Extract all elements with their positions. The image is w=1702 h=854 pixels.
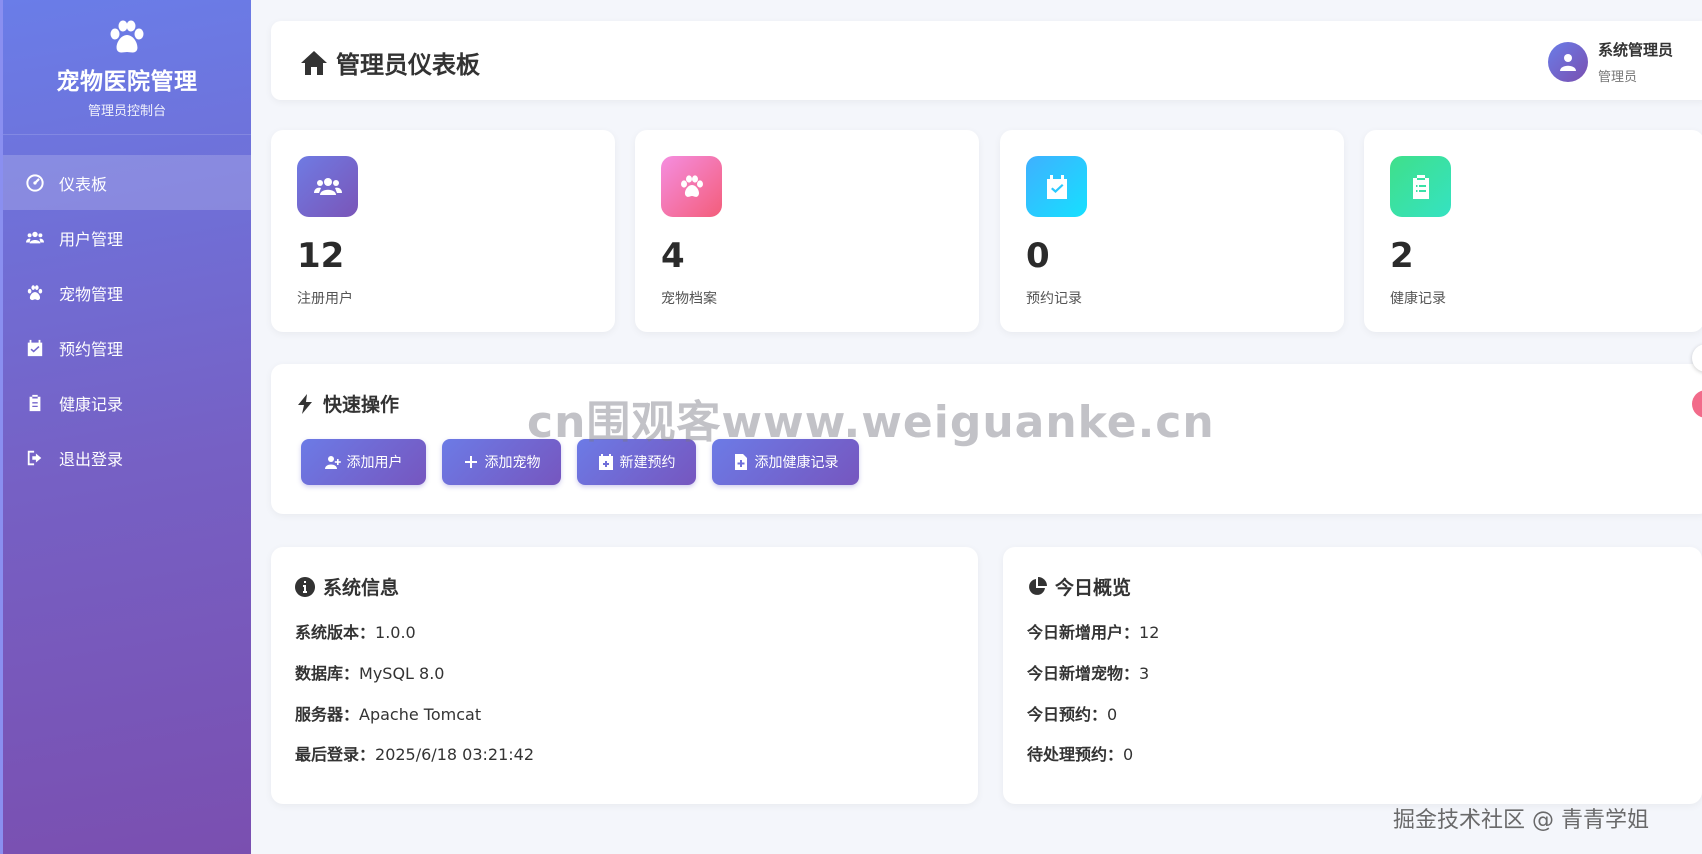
info-row-server: 服务器：Apache Tomcat [295, 701, 481, 725]
sidebar-item-logout[interactable]: 退出登录 [3, 430, 251, 485]
users-icon [297, 156, 358, 217]
paw-logo-icon [110, 20, 144, 53]
add-health-record-button[interactable]: 添加健康记录 [712, 439, 859, 485]
info-key: 服务器： [295, 705, 360, 724]
stat-value: 4 [661, 236, 685, 276]
overview-key: 今日新增用户： [1027, 623, 1140, 642]
overview-value: 12 [1139, 623, 1160, 642]
stat-value: 0 [1026, 236, 1050, 276]
overview-key: 今日预约： [1027, 705, 1108, 724]
dashboard-icon [25, 173, 45, 193]
sidebar-item-label: 用户管理 [59, 229, 124, 249]
info-key: 最后登录： [295, 745, 376, 764]
system-info-panel: 系统信息 系统版本：1.0.0 数据库：MySQL 8.0 服务器：Apache… [271, 547, 978, 804]
clipboard-icon [1390, 156, 1451, 217]
today-overview-panel: 今日概览 今日新增用户：12 今日新增宠物：3 今日预约：0 待处理预约：0 [1003, 547, 1702, 804]
info-value: 1.0.0 [375, 623, 416, 642]
system-info-title-text: 系统信息 [323, 577, 400, 599]
user-icon [1560, 54, 1576, 71]
overview-row-pending: 待处理预约：0 [1027, 741, 1133, 765]
file-plus-icon [734, 454, 747, 470]
overview-row-new-pets: 今日新增宠物：3 [1027, 660, 1149, 684]
add-user-button-label: 添加用户 [346, 455, 403, 471]
add-pet-button-label: 添加宠物 [484, 455, 541, 471]
brand: 宠物医院管理 管理员控制台 [3, 0, 251, 135]
info-key: 系统版本： [295, 623, 376, 642]
sidebar-item-label: 退出登录 [59, 449, 124, 469]
info-key: 数据库： [295, 664, 360, 683]
stat-value: 12 [297, 236, 345, 276]
sidebar-item-health-records[interactable]: 健康记录 [3, 375, 251, 430]
sidebar-menu: 仪表板 用户管理 宠物管理 预约管理 健康记录 退出登录 [3, 155, 251, 485]
paw-icon [25, 283, 45, 303]
sign-out-icon [25, 448, 45, 468]
overview-value: 0 [1107, 705, 1118, 724]
page-title-text: 管理员仪表板 [336, 51, 480, 79]
avatar[interactable] [1548, 42, 1588, 82]
brand-title: 宠物医院管理 [56, 69, 198, 95]
user-menu[interactable]: 系统管理员 管理员 [1548, 39, 1673, 85]
info-row-version: 系统版本：1.0.0 [295, 619, 416, 643]
info-value: 2025/6/18 03:21:42 [375, 745, 534, 764]
overview-value: 0 [1123, 745, 1134, 764]
sidebar: 宠物医院管理 管理员控制台 仪表板 用户管理 宠物管理 预约管理 健康记录 退出… [0, 0, 251, 854]
sidebar-item-label: 预约管理 [59, 339, 124, 359]
stat-label: 注册用户 [297, 291, 353, 307]
user-name: 系统管理员 [1598, 41, 1674, 59]
new-appointment-button[interactable]: 新建预约 [577, 439, 696, 485]
stat-value: 2 [1390, 236, 1414, 276]
today-overview-title-text: 今日概览 [1055, 577, 1132, 599]
overview-row-appointments: 今日预约：0 [1027, 701, 1117, 725]
new-appointment-button-label: 新建预约 [619, 455, 676, 471]
info-row-database: 数据库：MySQL 8.0 [295, 660, 444, 684]
add-pet-button[interactable]: 添加宠物 [442, 439, 561, 485]
sidebar-item-appointments[interactable]: 预约管理 [3, 320, 251, 375]
quick-actions-title-text: 快速操作 [323, 394, 400, 416]
plus-icon [464, 456, 477, 468]
add-user-button[interactable]: 添加用户 [301, 439, 426, 485]
calendar-check-icon [1026, 156, 1087, 217]
info-value: Apache Tomcat [359, 705, 482, 724]
overview-value: 3 [1139, 664, 1150, 683]
stat-card-appointments: 0 预约记录 [1000, 130, 1344, 332]
user-role: 管理员 [1598, 70, 1638, 85]
sidebar-item-label: 仪表板 [59, 174, 108, 194]
sidebar-item-label: 健康记录 [59, 394, 124, 414]
stat-card-health-records: 2 健康记录 [1364, 130, 1702, 332]
info-circle-icon [295, 576, 315, 597]
brand-subtitle: 管理员控制台 [87, 104, 166, 119]
page-title: 管理员仪表板 [300, 45, 480, 80]
stat-card-pets: 4 宠物档案 [635, 130, 979, 332]
sidebar-item-pets[interactable]: 宠物管理 [3, 265, 251, 320]
today-overview-title: 今日概览 [1027, 573, 1131, 600]
quick-actions-panel: 快速操作 添加用户 添加宠物 新建预约 添加健康记录 [271, 364, 1702, 514]
sidebar-item-users[interactable]: 用户管理 [3, 210, 251, 265]
bolt-icon [298, 393, 312, 414]
quick-actions-title: 快速操作 [295, 390, 399, 417]
home-icon [301, 50, 327, 75]
clipboard-icon [25, 393, 45, 413]
users-icon [25, 228, 45, 248]
stat-label: 健康记录 [1390, 291, 1446, 307]
overview-key: 待处理预约： [1027, 745, 1124, 764]
info-value: MySQL 8.0 [359, 664, 445, 683]
sidebar-item-label: 宠物管理 [59, 284, 124, 304]
sidebar-item-dashboard[interactable]: 仪表板 [3, 155, 251, 210]
calendar-check-icon [25, 338, 45, 358]
footer-watermark: 掘金技术社区 @ 青青学姐 [1393, 808, 1649, 833]
overview-row-new-users: 今日新增用户：12 [1027, 619, 1159, 643]
stat-card-users: 12 注册用户 [271, 130, 615, 332]
top-header: 管理员仪表板 系统管理员 管理员 [271, 21, 1702, 100]
info-row-last-login: 最后登录：2025/6/18 03:21:42 [295, 741, 534, 765]
calendar-plus-icon [598, 454, 613, 470]
paw-icon [661, 156, 722, 217]
user-plus-icon [324, 456, 341, 469]
overview-key: 今日新增宠物： [1027, 664, 1140, 683]
pie-chart-icon [1029, 576, 1047, 595]
system-info-title: 系统信息 [295, 573, 399, 600]
add-health-record-button-label: 添加健康记录 [754, 455, 839, 471]
stat-label: 预约记录 [1026, 291, 1082, 307]
stat-label: 宠物档案 [661, 291, 717, 307]
